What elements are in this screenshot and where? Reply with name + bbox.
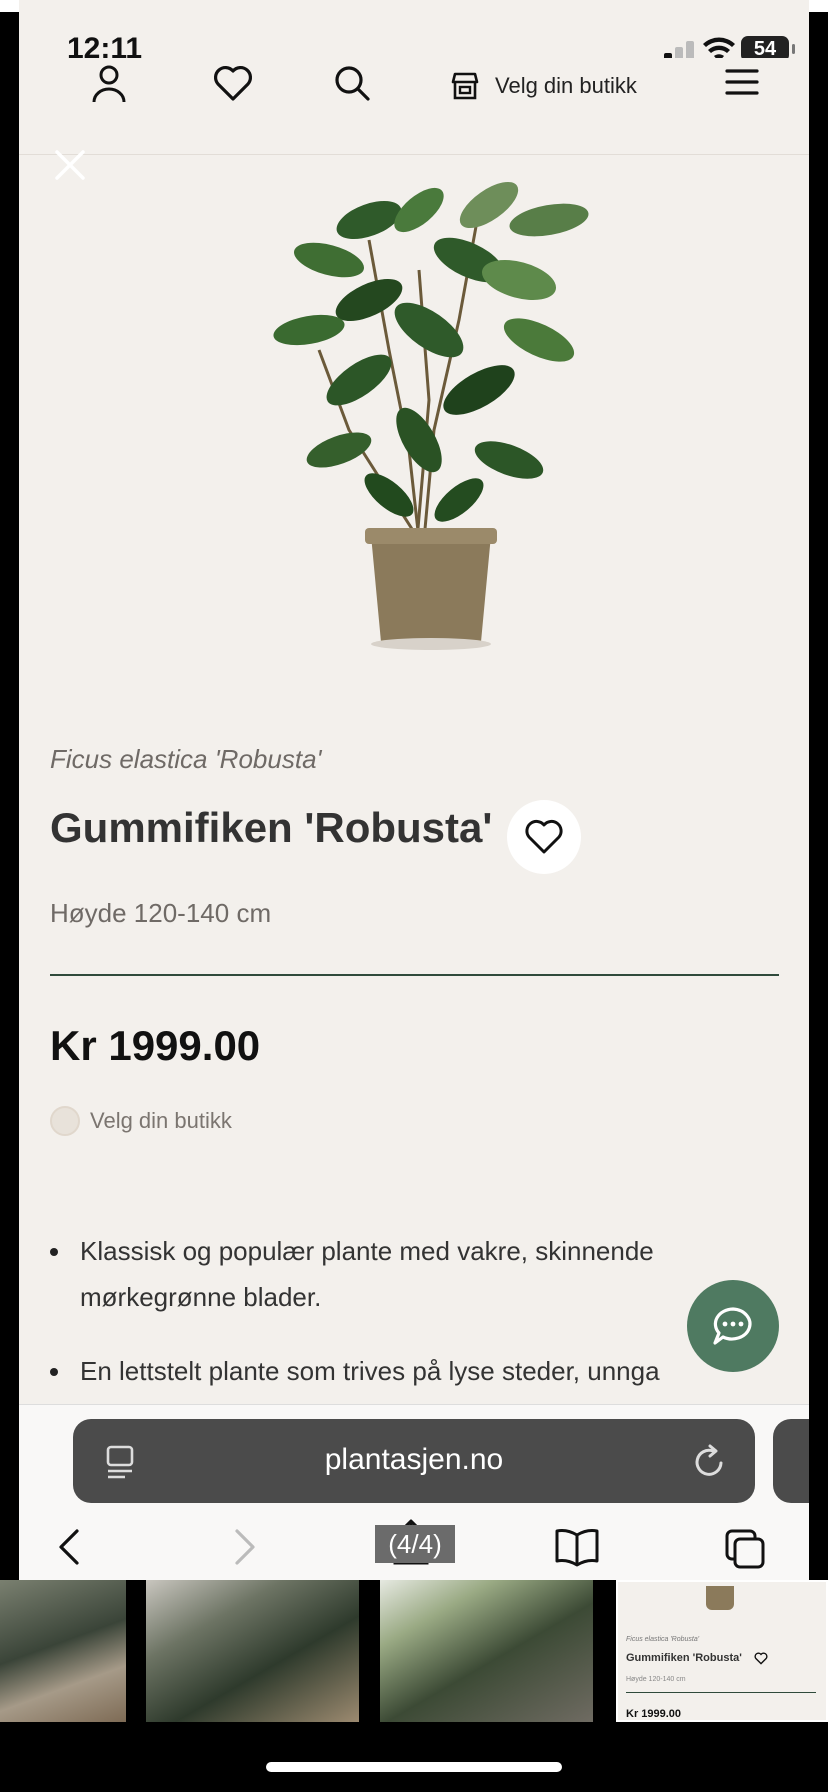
- list-item: En lettstelt plante som trives på lyse s…: [50, 1348, 790, 1394]
- thumbnail-1[interactable]: [0, 1580, 126, 1722]
- next-tab-peek[interactable]: [773, 1419, 809, 1503]
- close-icon[interactable]: [53, 148, 87, 182]
- product-height: Høyde 120-140 cm: [50, 898, 272, 928]
- chat-icon: [713, 1307, 752, 1345]
- screenshot-frame: 12:11 54 Velg din butikk Ficus elastica …: [0, 0, 828, 1792]
- thumbnail-2[interactable]: [146, 1580, 359, 1722]
- heart-icon: [754, 1652, 768, 1665]
- search-icon[interactable]: [333, 64, 371, 102]
- product-image: [273, 181, 589, 650]
- forward-icon[interactable]: [233, 1527, 257, 1567]
- back-icon[interactable]: [57, 1527, 81, 1567]
- bookmarks-icon[interactable]: [553, 1527, 601, 1567]
- thumbnail-divider: [626, 1692, 816, 1693]
- thumbnail-strip: Ficus elastica 'Robusta' Gummifiken 'Rob…: [0, 1580, 828, 1725]
- store-picker[interactable]: Velg din butikk: [50, 1106, 232, 1136]
- product-price: Kr 1999.00: [50, 1022, 261, 1069]
- thumbnail-title: Gummifiken 'Robusta': [626, 1652, 742, 1664]
- address-bar[interactable]: plantasjen.no: [73, 1419, 755, 1503]
- account-icon[interactable]: [91, 64, 127, 104]
- screenshot-panel: 12:11 54 Velg din butikk Ficus elastica …: [19, 0, 809, 1580]
- tabs-icon[interactable]: [723, 1527, 767, 1571]
- store-icon: [451, 72, 479, 100]
- thumbnail-latin: Ficus elastica 'Robusta': [626, 1636, 700, 1643]
- store-selector[interactable]: Velg din butikk: [449, 66, 637, 106]
- site-header: Velg din butikk: [19, 58, 809, 155]
- list-item: Klassisk og populær plante med vakre, sk…: [50, 1228, 790, 1320]
- store-picker-label: Velg din butikk: [90, 1108, 232, 1133]
- thumbnail-price: Kr 1999.00: [626, 1708, 682, 1720]
- reload-icon[interactable]: [693, 1443, 727, 1479]
- thumbnail-height: Høyde 120-140 cm: [626, 1676, 686, 1683]
- store-label: Velg din butikk: [495, 73, 637, 98]
- divider: [50, 974, 779, 976]
- product-latin-name: Ficus elastica 'Robusta': [50, 744, 322, 774]
- favorite-button[interactable]: [507, 800, 581, 874]
- thumbnail-3[interactable]: [380, 1580, 593, 1722]
- menu-icon[interactable]: [725, 68, 759, 96]
- image-counter: (4/4): [375, 1525, 455, 1563]
- home-indicator[interactable]: [266, 1762, 562, 1772]
- product-features: Klassisk og populær plante med vakre, sk…: [50, 1228, 790, 1422]
- browser-chrome: plantasjen.no (4/4): [19, 1404, 809, 1580]
- thumbnail-pot: [706, 1586, 734, 1610]
- product-title: Gummifiken 'Robusta': [50, 804, 493, 851]
- heart-icon: [525, 819, 563, 854]
- heart-icon[interactable]: [213, 64, 253, 102]
- radio-dot: [50, 1106, 80, 1136]
- chat-button[interactable]: [687, 1280, 779, 1372]
- thumbnail-4[interactable]: Ficus elastica 'Robusta' Gummifiken 'Rob…: [616, 1580, 828, 1722]
- url-text: plantasjen.no: [324, 1443, 504, 1476]
